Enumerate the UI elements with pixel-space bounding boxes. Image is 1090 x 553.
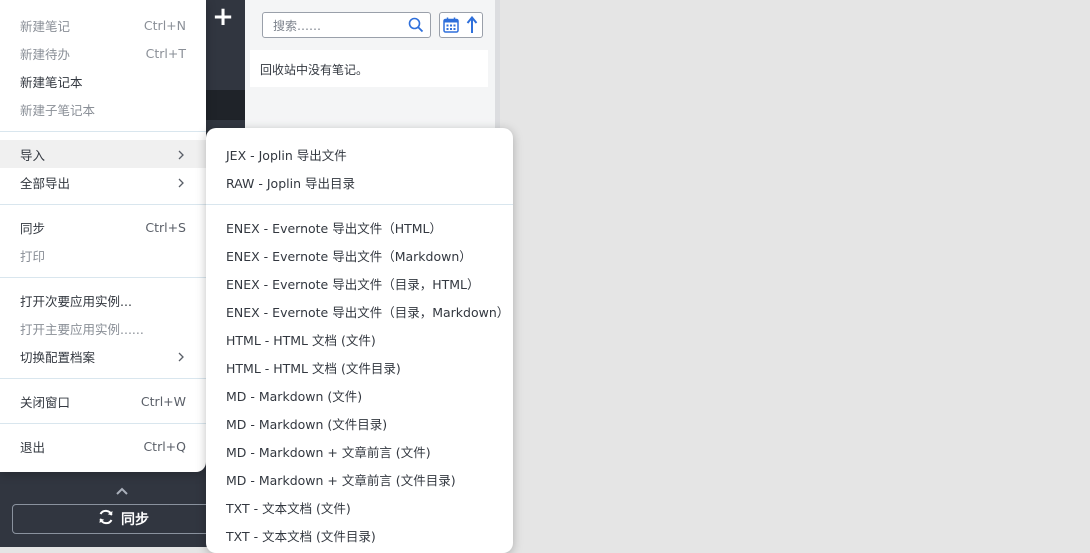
import-item-html-file[interactable]: HTML - HTML 文档 (文件)	[206, 325, 513, 353]
menu-separator	[0, 378, 206, 379]
menu-item-switch-profile[interactable]: 切换配置档案	[0, 342, 206, 370]
sync-label: 同步	[121, 512, 149, 528]
menu-item-new-todo[interactable]: 新建待办 Ctrl+T	[0, 39, 206, 67]
menu-item-import[interactable]: 导入	[0, 140, 206, 168]
menu-item-open-secondary-instance[interactable]: 打开次要应用实例...	[0, 286, 206, 314]
import-item-html-dir[interactable]: HTML - HTML 文档 (文件目录)	[206, 353, 513, 381]
menu-item-new-note[interactable]: 新建笔记 Ctrl+N	[0, 11, 206, 39]
menu-item-close-window[interactable]: 关闭窗口 Ctrl+W	[0, 387, 206, 415]
import-item-raw[interactable]: RAW - Joplin 导出目录	[206, 168, 513, 196]
menu-separator	[206, 204, 513, 205]
import-item-enex-dir-markdown[interactable]: ENEX - Evernote 导出文件（目录，Markdown）	[206, 297, 513, 325]
search-input[interactable]	[271, 17, 405, 35]
import-item-txt-dir[interactable]: TXT - 文本文档 (文件目录)	[206, 521, 513, 549]
file-menu: 新建笔记 Ctrl+N 新建待办 Ctrl+T 新建笔记本 新建子笔记本 导入 …	[0, 0, 206, 472]
menu-item-new-notebook[interactable]: 新建笔记本	[0, 67, 206, 95]
menu-separator	[0, 277, 206, 278]
menu-separator	[0, 423, 206, 424]
menu-item-sync[interactable]: 同步 Ctrl+S	[0, 213, 206, 241]
import-item-md-frontmatter-dir[interactable]: MD - Markdown + 文章前言 (文件目录)	[206, 465, 513, 493]
sync-icon	[97, 508, 115, 530]
import-submenu: JEX - Joplin 导出文件 RAW - Joplin 导出目录 ENEX…	[206, 128, 513, 553]
calendar-icon[interactable]	[440, 13, 461, 37]
empty-notes-message: 回收站中没有笔记。	[260, 63, 369, 77]
search-box	[262, 12, 431, 38]
import-item-md-file[interactable]: MD - Markdown (文件)	[206, 381, 513, 409]
sync-button[interactable]: 同步	[12, 504, 234, 534]
menu-item-new-subnotebook[interactable]: 新建子笔记本	[0, 95, 206, 123]
sort-controls	[439, 12, 483, 38]
menu-separator	[0, 131, 206, 132]
import-item-jex[interactable]: JEX - Joplin 导出文件	[206, 140, 513, 168]
sort-arrow-up-icon[interactable]	[461, 13, 482, 37]
import-item-enex-dir-html[interactable]: ENEX - Evernote 导出文件（目录，HTML）	[206, 269, 513, 297]
import-item-md-dir[interactable]: MD - Markdown (文件目录)	[206, 409, 513, 437]
chevron-right-icon	[176, 177, 186, 188]
menu-item-export-all[interactable]: 全部导出	[0, 168, 206, 196]
chevron-right-icon	[176, 351, 186, 362]
import-item-enex-markdown[interactable]: ENEX - Evernote 导出文件（Markdown）	[206, 241, 513, 269]
import-item-enex-html[interactable]: ENEX - Evernote 导出文件（HTML）	[206, 213, 513, 241]
import-item-md-frontmatter-file[interactable]: MD - Markdown + 文章前言 (文件)	[206, 437, 513, 465]
import-item-txt-file[interactable]: TXT - 文本文档 (文件)	[206, 493, 513, 521]
menu-item-quit[interactable]: 退出 Ctrl+Q	[0, 432, 206, 460]
chevron-up-icon[interactable]	[113, 484, 131, 498]
menu-item-print[interactable]: 打印	[0, 241, 206, 269]
menu-separator	[0, 204, 206, 205]
search-icon[interactable]	[408, 17, 424, 33]
empty-notes-card: 回收站中没有笔记。	[250, 50, 488, 87]
menu-item-open-primary-instance[interactable]: 打开主要应用实例......	[0, 314, 206, 342]
chevron-right-icon	[176, 149, 186, 160]
add-notebook-icon[interactable]: +	[212, 4, 234, 30]
